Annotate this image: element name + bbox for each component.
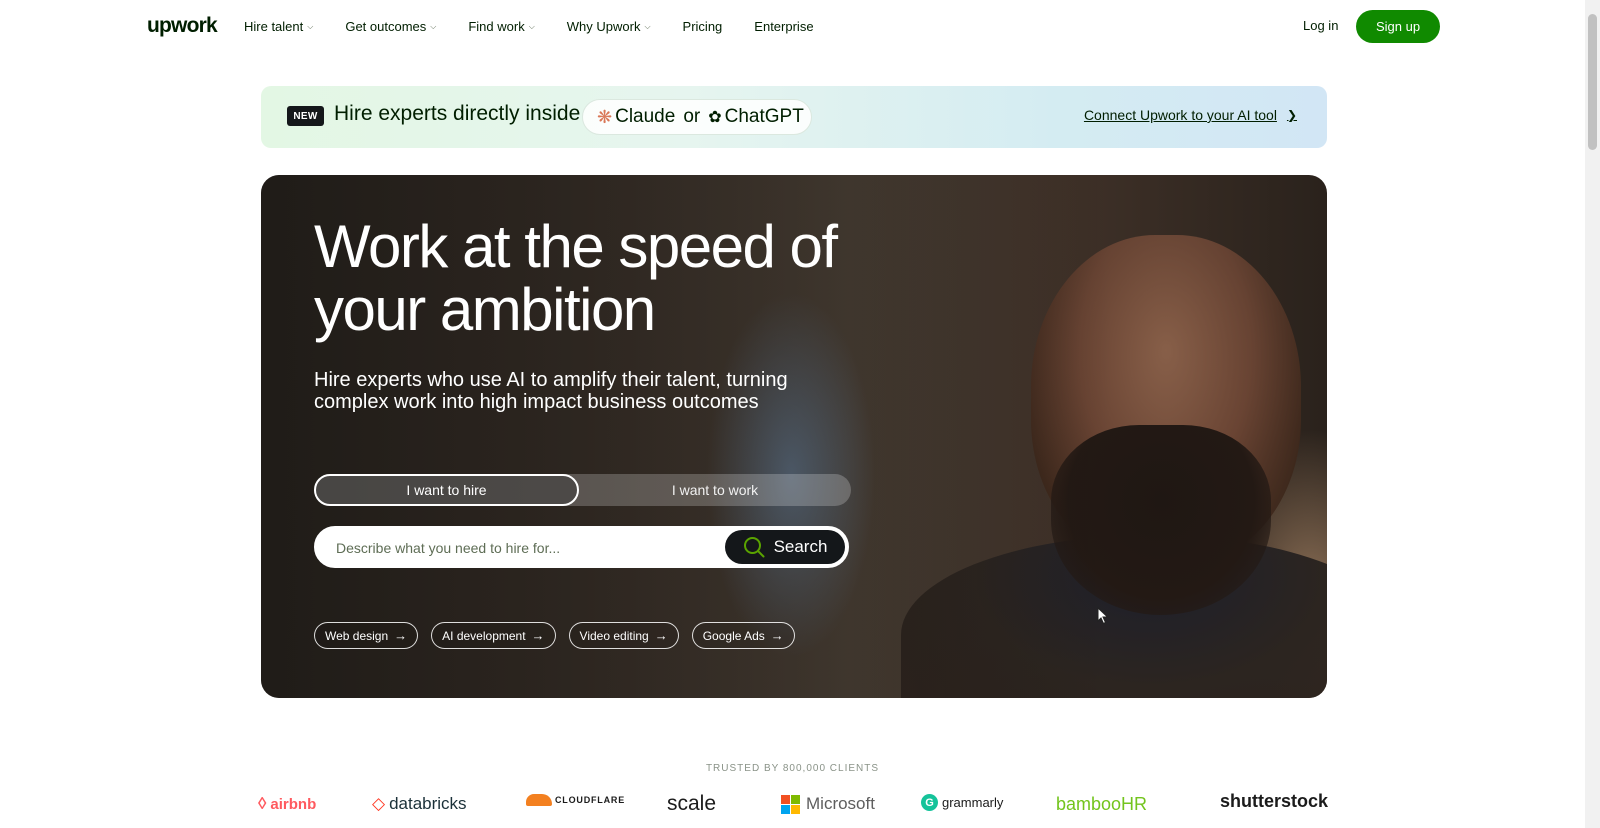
shutterstock-logo: shutterstock	[1220, 791, 1328, 812]
chip-video-editing[interactable]: Video editing →	[568, 622, 679, 649]
chip-google-ads[interactable]: Google Ads →	[691, 622, 795, 649]
chevron-down-icon: ⌵	[644, 21, 651, 31]
search-icon	[743, 537, 765, 558]
logo-text: airbnb	[270, 795, 317, 813]
logo-text: CLOUDFLARE	[555, 795, 625, 805]
chatgpt-icon: ✿	[708, 109, 722, 126]
nav-label: Why Upwork	[566, 19, 641, 34]
airbnb-icon: ◊	[258, 794, 267, 813]
claude-icon: ❋	[597, 106, 613, 127]
toggle-hire-option[interactable]: I want to hire	[314, 474, 579, 506]
logo-text: grammarly	[942, 795, 1004, 810]
search-button-label: Search	[773, 537, 828, 556]
grammarly-logo: G grammarly	[921, 794, 1003, 811]
chatgpt-label: ChatGPT	[724, 106, 804, 127]
trusted-by-label: TRUSTED BY 800,000 CLIENTS	[705, 763, 880, 774]
chip-label: Google Ads	[702, 628, 765, 643]
nav-find-work[interactable]: Find work ⌵	[468, 19, 534, 34]
arrow-right-icon: →	[654, 628, 668, 643]
chip-label: Video editing	[579, 628, 649, 643]
chip-ai-development[interactable]: AI development →	[431, 622, 556, 649]
login-link[interactable]: Log in	[1303, 18, 1338, 33]
grammarly-icon: G	[921, 794, 938, 811]
arrow-right-icon: →	[770, 628, 784, 643]
cloudflare-cloud-icon	[526, 794, 552, 806]
ai-promo-banner: NEW Hire experts directly inside ❋ Claud…	[261, 86, 1327, 148]
logo-text: databricks	[389, 794, 467, 813]
or-label: or	[683, 106, 701, 127]
nav-get-outcomes[interactable]: Get outcomes ⌵	[345, 19, 436, 34]
chevron-down-icon: ⌵	[307, 21, 314, 31]
logo-text: Microsoft	[806, 794, 875, 813]
suggestion-chips: Web design → AI development → Video editin…	[314, 622, 795, 649]
ai-tools-pill: ❋ Claude or ✿ ChatGPT	[582, 99, 812, 135]
arrow-right-icon: →	[394, 628, 408, 643]
hero-search-bar: Search	[314, 526, 849, 568]
chevron-down-icon: ⌵	[430, 21, 437, 31]
search-input[interactable]	[336, 537, 696, 559]
connect-ai-tool-label: Connect Upwork to your AI tool	[1083, 107, 1277, 123]
databricks-icon: ◇	[372, 794, 386, 813]
nav-why-upwork[interactable]: Why Upwork ⌵	[567, 19, 651, 34]
hero-title: Work at the speed of your ambition	[314, 213, 838, 343]
connect-ai-tool-link[interactable]: Connect Upwork to your AI tool ❯	[1084, 107, 1297, 123]
chevron-right-icon: ❯	[1286, 108, 1297, 122]
nav-label: Get outcomes	[345, 19, 427, 34]
toggle-work-option[interactable]: I want to work	[579, 474, 851, 506]
chip-web-design[interactable]: Web design →	[314, 622, 419, 649]
hero-subtitle: Hire experts who use AI to amplify their…	[314, 369, 788, 413]
search-button[interactable]: Search	[725, 530, 845, 564]
logo-text: scale	[667, 792, 717, 815]
hero-section: Work at the speed of your ambition Hire …	[261, 175, 1327, 698]
logo-text: shutterstock	[1220, 791, 1329, 811]
claude-label: Claude	[615, 106, 676, 127]
nav-label: Pricing	[682, 19, 723, 34]
nav-label: Hire talent	[244, 19, 304, 34]
nav-label: Enterprise	[754, 19, 814, 34]
chip-label: Web design	[325, 628, 389, 643]
nav-enterprise[interactable]: Enterprise	[754, 19, 813, 34]
airbnb-logo: ◊ airbnb	[258, 794, 316, 814]
scale-logo: scale	[667, 792, 716, 816]
arrow-right-icon: →	[531, 628, 545, 643]
cloudflare-logo: CLOUDFLARE	[526, 794, 625, 806]
chevron-down-icon: ⌵	[528, 21, 535, 31]
microsoft-icon	[781, 794, 800, 814]
client-logos: ◊ airbnb ◇ databricks CLOUDFLARE scale M…	[258, 790, 1330, 820]
signup-button[interactable]: Sign up	[1356, 10, 1440, 43]
site-header: upwork Hire talent ⌵ Get outcomes ⌵ Find w…	[0, 0, 1585, 53]
scrollbar-thumb[interactable]	[1588, 14, 1597, 150]
page-scrollbar[interactable]	[1585, 0, 1600, 828]
main-nav: Hire talent ⌵ Get outcomes ⌵ Find work ⌵ Wh…	[244, 0, 846, 53]
nav-pricing[interactable]: Pricing	[683, 19, 723, 34]
chip-label: AI development	[442, 628, 526, 643]
hire-work-toggle: I want to hire I want to work	[314, 474, 851, 506]
databricks-logo: ◇ databricks	[372, 794, 467, 814]
microsoft-logo: Microsoft	[781, 794, 875, 814]
new-badge: NEW	[287, 106, 324, 126]
upwork-logo[interactable]: upwork	[147, 14, 218, 38]
banner-text: Hire experts directly inside	[334, 102, 581, 125]
nav-hire-talent[interactable]: Hire talent ⌵	[244, 19, 313, 34]
logo-text: bambooHR	[1056, 794, 1148, 814]
nav-label: Find work	[468, 19, 525, 34]
bamboohr-logo: bambooHR	[1056, 794, 1147, 815]
